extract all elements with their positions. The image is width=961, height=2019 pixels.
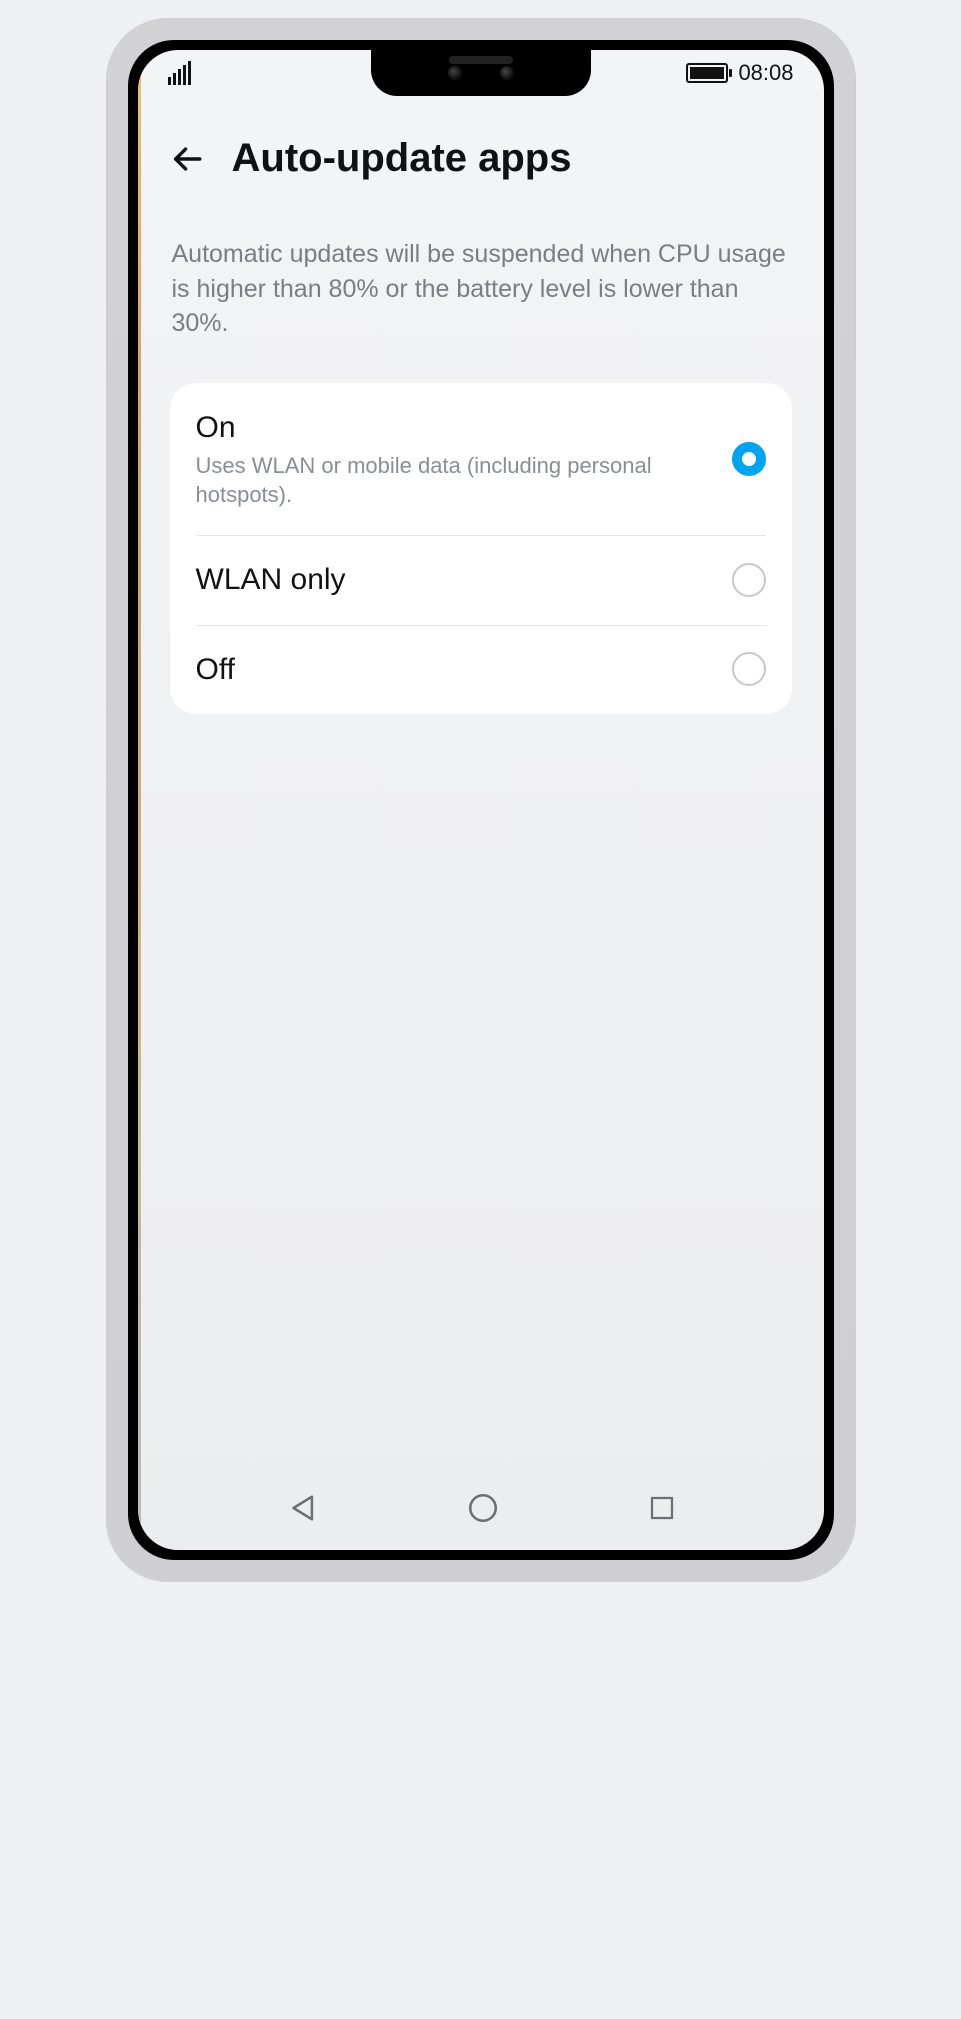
nav-recent-icon[interactable] — [647, 1493, 677, 1523]
option-on[interactable]: On Uses WLAN or mobile data (including p… — [170, 383, 792, 536]
nav-back-icon[interactable] — [285, 1491, 319, 1525]
option-title: WLAN only — [196, 561, 712, 599]
page-title: Auto-update apps — [232, 136, 572, 181]
option-subtitle: Uses WLAN or mobile data (including pers… — [196, 452, 712, 509]
radio-icon[interactable] — [732, 442, 766, 476]
screen: 08:08 Auto-update apps Automatic updates… — [138, 50, 824, 1550]
battery-icon — [686, 63, 728, 83]
option-title: Off — [196, 651, 712, 689]
device-frame: 08:08 Auto-update apps Automatic updates… — [108, 20, 854, 1580]
options-card: On Uses WLAN or mobile data (including p… — [170, 383, 792, 715]
system-nav-bar — [138, 1466, 824, 1550]
option-title: On — [196, 409, 712, 447]
radio-icon[interactable] — [732, 563, 766, 597]
app-header: Auto-update apps — [138, 96, 824, 201]
back-icon[interactable] — [170, 142, 204, 176]
notch — [371, 50, 591, 96]
option-wlan-only[interactable]: WLAN only — [170, 535, 792, 625]
nav-home-icon[interactable] — [466, 1491, 500, 1525]
page-description: Automatic updates will be suspended when… — [138, 201, 824, 371]
clock: 08:08 — [738, 60, 793, 86]
radio-icon[interactable] — [732, 652, 766, 686]
option-off[interactable]: Off — [170, 625, 792, 715]
signal-icon — [168, 61, 191, 85]
